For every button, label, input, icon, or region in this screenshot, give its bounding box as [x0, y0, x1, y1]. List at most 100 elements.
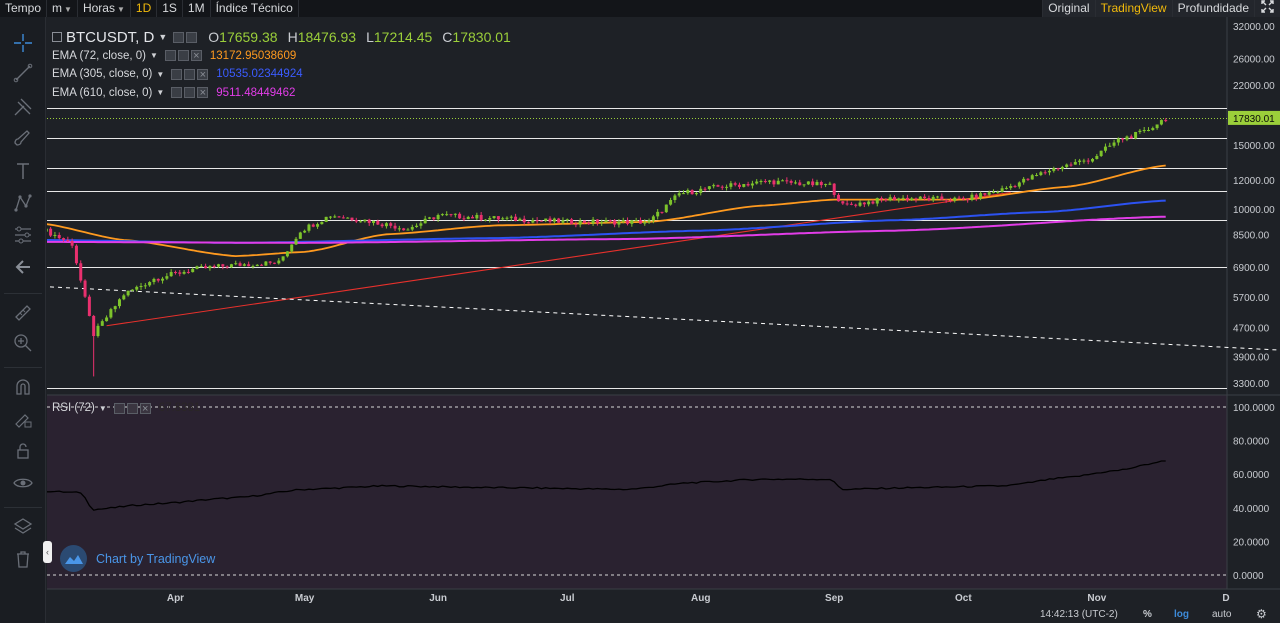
chevron-down-icon[interactable]: ▼ — [156, 88, 164, 97]
candle-body — [143, 285, 147, 287]
settings-icon[interactable] — [173, 31, 185, 43]
candle-body — [561, 220, 565, 223]
percent-scale-toggle[interactable]: % — [1143, 606, 1152, 623]
chart-area[interactable]: 3300.00 3900.00 4700.00 5700.00 6900.00 8500.… — [47, 17, 1280, 623]
indicator-name[interactable]: EMA (305, close, 0) — [52, 68, 152, 80]
candle-body — [496, 216, 500, 220]
candle-body — [802, 184, 806, 186]
candle-body — [1112, 142, 1116, 146]
layers-icon[interactable] — [9, 513, 37, 541]
candle-body — [862, 202, 866, 205]
symbol-title[interactable]: BTCUSDT, D — [66, 29, 154, 46]
crosshair-icon[interactable] — [9, 29, 37, 57]
close-icon[interactable]: × — [190, 50, 202, 62]
candle-body — [884, 199, 888, 201]
close-icon[interactable]: × — [197, 87, 209, 99]
trendline-icon[interactable] — [9, 59, 37, 87]
candle-body — [707, 186, 711, 190]
candle-body — [264, 261, 268, 266]
candle-body — [664, 204, 668, 213]
chevron-down-icon[interactable]: ▼ — [158, 32, 167, 42]
chevron-down-icon[interactable]: ▼ — [156, 70, 164, 79]
clock-timezone[interactable]: 14:42:13 (UTC-2) — [1040, 606, 1118, 623]
gear-icon[interactable]: ⚙ — [1256, 606, 1267, 623]
candle-body — [389, 223, 393, 226]
lock-drawing-icon[interactable] — [9, 405, 37, 433]
visibility-icon[interactable] — [171, 87, 183, 99]
candle-body — [492, 216, 496, 219]
auto-scale-toggle[interactable]: auto — [1212, 606, 1231, 623]
indicator-name[interactable]: EMA (72, close, 0) — [52, 50, 146, 62]
text-icon[interactable] — [9, 157, 37, 185]
settings-icon[interactable] — [177, 50, 189, 62]
close-key: C — [442, 29, 453, 46]
back-arrow-icon[interactable] — [9, 253, 37, 281]
view-original-tab[interactable]: Original — [1042, 0, 1095, 17]
close-icon[interactable]: × — [197, 68, 209, 80]
candle-body — [914, 198, 918, 200]
candle-body — [875, 198, 879, 204]
settings-icon[interactable] — [184, 87, 196, 99]
candle-body — [242, 264, 246, 266]
high-value: 18476.93 — [297, 29, 357, 46]
magnet-icon[interactable] — [9, 373, 37, 401]
candle-body — [673, 195, 677, 201]
settings-icon[interactable] — [184, 68, 196, 80]
candle-body — [363, 219, 367, 222]
panel-collapse-handle[interactable]: ‹ — [43, 541, 52, 563]
candle-body — [725, 186, 729, 188]
brush-icon[interactable] — [9, 125, 37, 153]
price-chart-svg[interactable]: 3300.00 3900.00 4700.00 5700.00 6900.00 8500.… — [47, 17, 1280, 623]
candle-body — [677, 193, 681, 196]
candle-body — [109, 309, 113, 318]
view-depth-tab[interactable]: Profundidade — [1171, 0, 1254, 17]
pattern-icon[interactable] — [9, 189, 37, 217]
chevron-down-icon[interactable]: ▼ — [99, 404, 107, 413]
interval-tempo[interactable]: Tempo — [0, 0, 48, 17]
eye-icon[interactable] — [9, 469, 37, 497]
measure-icon[interactable] — [9, 221, 37, 249]
candle-body — [961, 197, 965, 200]
tradingview-watermark[interactable]: Chart by TradingView — [60, 545, 215, 572]
settings-icon[interactable] — [126, 402, 138, 414]
collapse-legend-icon[interactable] — [52, 32, 62, 43]
interval-hours-dropdown[interactable]: Horas ▼ — [78, 0, 131, 17]
chevron-down-icon[interactable]: ▼ — [150, 51, 158, 60]
candle-body — [1078, 160, 1082, 162]
visibility-icon[interactable] — [171, 68, 183, 80]
candle-body — [328, 216, 332, 218]
watermark-text: Chart by TradingView — [96, 551, 216, 566]
close-icon[interactable]: × — [139, 402, 151, 414]
candle-body — [595, 219, 599, 224]
log-scale-toggle[interactable]: log — [1174, 606, 1189, 623]
low-key: L — [366, 29, 374, 46]
visibility-icon[interactable] — [113, 402, 125, 414]
rsi-indicator-name[interactable]: RSI (72) — [52, 402, 95, 414]
candle-body — [897, 198, 901, 201]
trash-icon[interactable] — [9, 545, 37, 573]
visibility-icon[interactable] — [164, 50, 176, 62]
interval-1m[interactable]: 1M — [183, 0, 211, 17]
view-tradingview-tab[interactable]: TradingView — [1094, 0, 1172, 17]
zoom-in-icon[interactable] — [9, 329, 37, 357]
indicator-name[interactable]: EMA (610, close, 0) — [52, 87, 152, 99]
candle — [87, 294, 91, 317]
interval-minutes-dropdown[interactable]: m ▼ — [47, 0, 78, 17]
fullscreen-icon[interactable] — [1254, 0, 1280, 17]
candle-body — [449, 214, 453, 216]
visibility-icon[interactable] — [186, 31, 198, 43]
interval-1s[interactable]: 1S — [157, 0, 183, 17]
price-tick-label: 12000.00 — [1233, 176, 1275, 187]
lock-icon[interactable] — [9, 437, 37, 465]
candle-body — [617, 221, 621, 225]
price-tick-label: 3300.00 — [1233, 379, 1270, 390]
candle-body — [415, 225, 419, 227]
candle-body — [354, 220, 358, 222]
technical-index-button[interactable]: Índice Técnico — [211, 0, 299, 17]
candle-body — [173, 272, 177, 274]
pitchfork-icon[interactable] — [9, 93, 37, 121]
candle-body — [552, 218, 556, 222]
interval-1d[interactable]: 1D — [131, 0, 158, 17]
candle-body — [918, 196, 922, 200]
ruler-icon[interactable] — [9, 299, 37, 327]
